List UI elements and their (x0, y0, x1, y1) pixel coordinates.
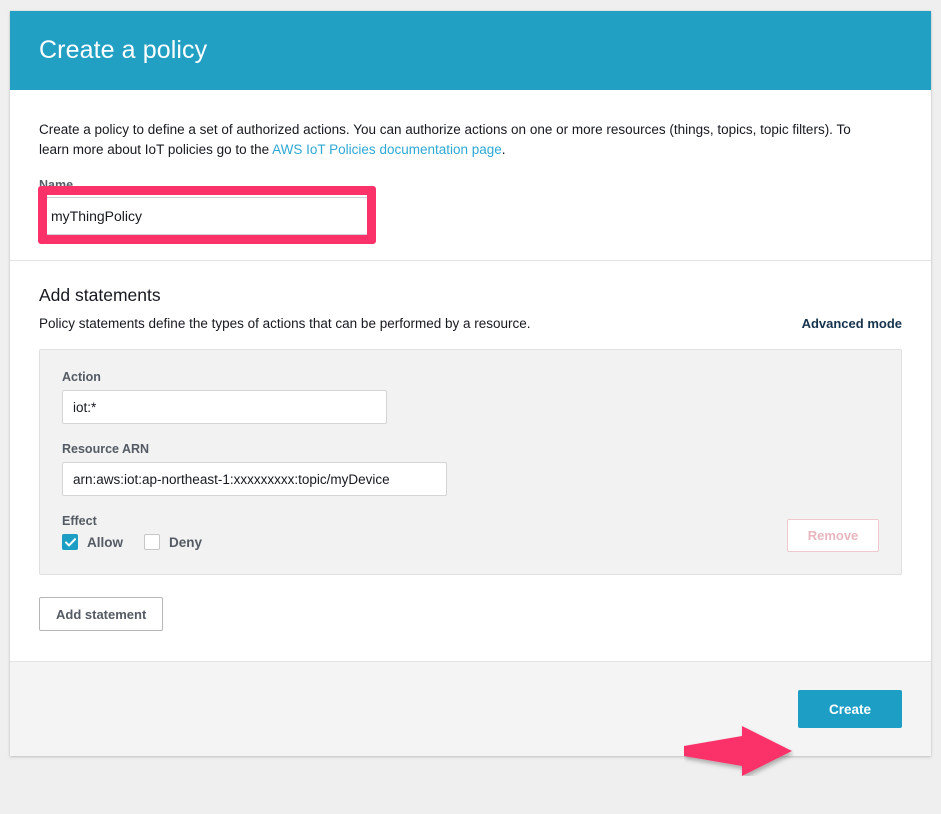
statements-description: Policy statements define the types of ac… (39, 316, 531, 331)
effect-field-block: Effect Allow Deny (62, 514, 879, 550)
statements-subhead-row: Policy statements define the types of ac… (39, 316, 902, 331)
create-policy-card: Create a policy Create a policy to defin… (10, 11, 931, 756)
check-icon (65, 538, 76, 547)
intro-section: Create a policy to define a set of autho… (10, 90, 931, 261)
action-label: Action (62, 370, 879, 384)
resource-arn-field-block: Resource ARN (62, 442, 879, 496)
intro-description: Create a policy to define a set of autho… (39, 120, 884, 160)
deny-label: Deny (169, 535, 202, 550)
advanced-mode-link[interactable]: Advanced mode (802, 316, 902, 331)
card-footer: Create (10, 662, 931, 756)
name-field-wrap (39, 197, 369, 235)
create-button[interactable]: Create (798, 690, 902, 728)
add-statements-section: Add statements Policy statements define … (10, 261, 931, 662)
card-header: Create a policy (10, 11, 931, 90)
policy-name-input[interactable] (39, 197, 369, 235)
effect-label: Effect (62, 514, 879, 528)
effect-options: Allow Deny (62, 534, 879, 550)
allow-checkbox[interactable] (62, 534, 78, 550)
resource-arn-label: Resource ARN (62, 442, 879, 456)
page-root: Create a policy Create a policy to defin… (0, 0, 941, 814)
page-title: Create a policy (39, 36, 207, 65)
allow-label: Allow (87, 535, 123, 550)
add-statement-button[interactable]: Add statement (39, 597, 163, 631)
add-statements-title: Add statements (39, 285, 902, 306)
iot-policies-doc-link[interactable]: AWS IoT Policies documentation page (272, 142, 502, 157)
deny-checkbox[interactable] (144, 534, 160, 550)
name-field-label: Name (39, 178, 902, 192)
resource-arn-input[interactable] (62, 462, 447, 496)
action-input[interactable] (62, 390, 387, 424)
action-field-block: Action (62, 370, 879, 424)
remove-statement-button[interactable]: Remove (787, 519, 879, 552)
intro-text-after-link: . (502, 142, 506, 157)
statement-panel: Action Resource ARN Effect (39, 349, 902, 575)
